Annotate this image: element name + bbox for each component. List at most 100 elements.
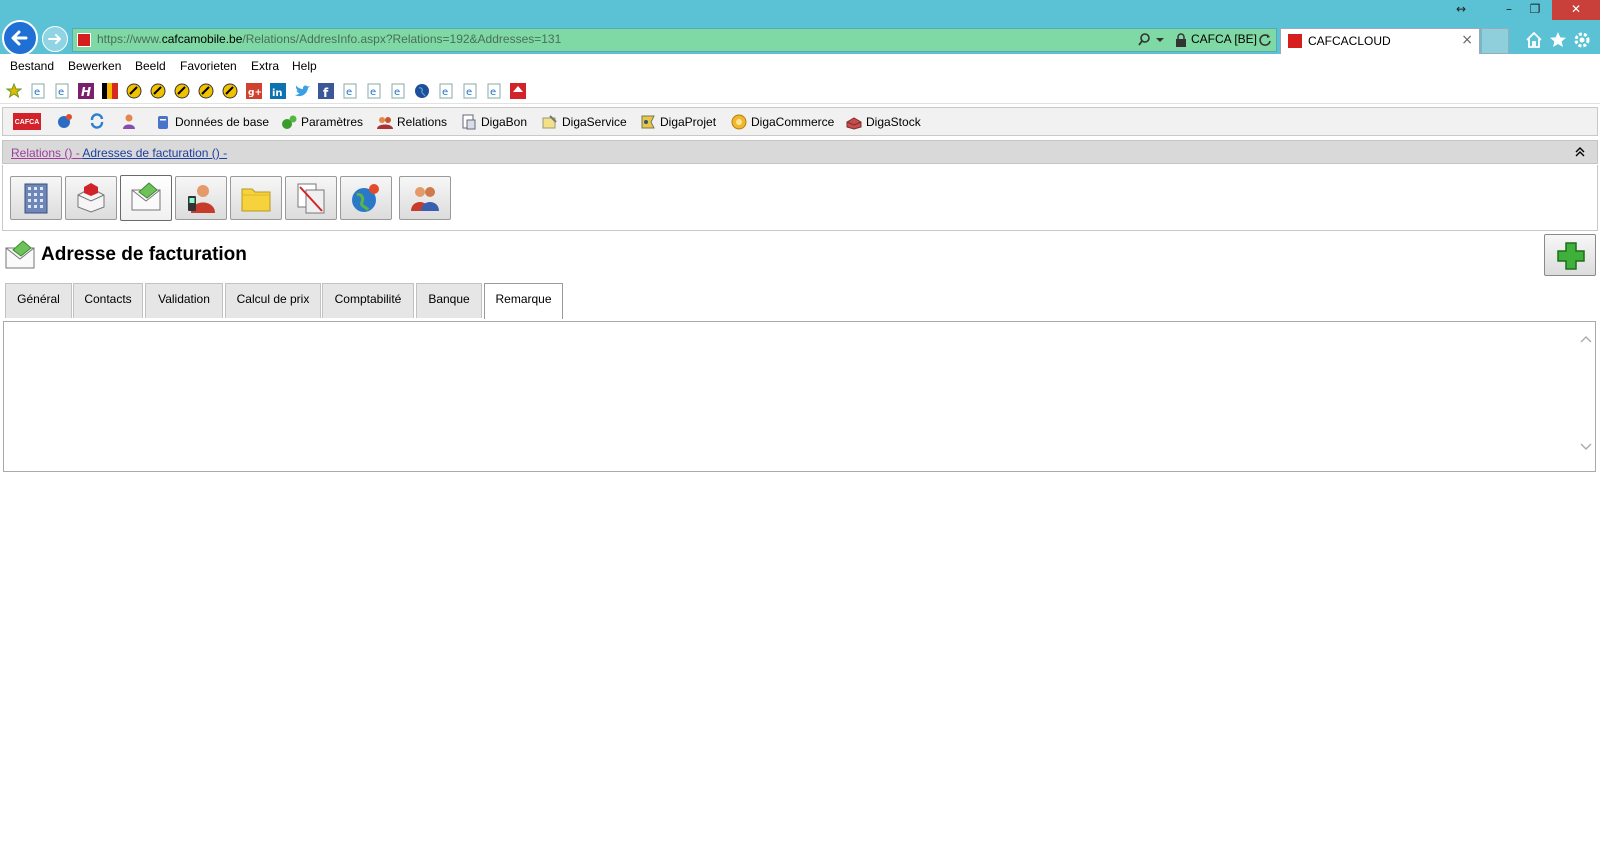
gear-icon[interactable] <box>1572 30 1592 50</box>
billing-address-button[interactable] <box>120 175 172 221</box>
window-close-button[interactable]: ✕ <box>1552 0 1600 20</box>
toolbar-digacommerce[interactable]: DigaCommerce <box>731 108 834 135</box>
ie-page-icon[interactable]: e <box>486 83 502 99</box>
tab-general[interactable]: Général <box>5 283 72 318</box>
arrow-right-icon <box>48 34 61 44</box>
globe-icon[interactable] <box>414 83 430 99</box>
add-button[interactable] <box>1544 234 1596 276</box>
google-plus-icon[interactable]: g+ <box>246 83 262 99</box>
toolbar-relations[interactable]: Relations <box>377 108 447 135</box>
address-url[interactable]: https://www.cafcamobile.be/Relations/Add… <box>97 32 561 46</box>
user-icon[interactable] <box>121 113 137 129</box>
bookmark-icon[interactable] <box>126 83 142 99</box>
delivery-address-button[interactable] <box>65 176 117 220</box>
site-favicon-icon <box>77 33 91 47</box>
h-logo-icon[interactable]: H <box>78 83 94 99</box>
billing-address-icon <box>5 240 35 269</box>
tab-contacts[interactable]: Contacts <box>73 283 143 318</box>
chevron-down-icon[interactable] <box>1580 442 1592 452</box>
forward-button[interactable] <box>42 26 68 52</box>
tab-calcul-de-prix[interactable]: Calcul de prix <box>225 283 321 318</box>
add-favorite-icon[interactable] <box>6 83 22 99</box>
toolbar-parametres[interactable]: Paramètres <box>281 108 363 135</box>
window-resize-icon[interactable]: ↔ <box>1448 0 1474 20</box>
menu-help[interactable]: Help <box>292 59 317 73</box>
collapse-up-icon[interactable] <box>1573 145 1587 159</box>
breadcrumb-separator: - <box>72 146 83 160</box>
company-button[interactable] <box>10 176 62 220</box>
toolbar-digaservice[interactable]: DigaService <box>542 108 627 135</box>
window-minimize-button[interactable]: – <box>1496 0 1522 20</box>
tab-remarque[interactable]: Remarque <box>484 283 563 319</box>
back-button[interactable] <box>2 20 38 56</box>
contact-phone-button[interactable] <box>175 176 227 220</box>
folder-button[interactable] <box>230 176 282 220</box>
globe-icon[interactable] <box>57 113 73 129</box>
ie-page-icon[interactable]: e <box>30 83 46 99</box>
address-bar[interactable]: https://www.cafcamobile.be/Relations/Add… <box>72 28 1277 52</box>
cafca-logo-icon[interactable] <box>510 83 526 99</box>
chevron-up-icon[interactable] <box>1580 334 1592 344</box>
toolbar-label: DigaProjet <box>660 114 717 129</box>
menu-beeld[interactable]: Beeld <box>135 59 166 73</box>
svg-text:e: e <box>490 87 496 98</box>
favorites-star-icon[interactable] <box>1548 30 1568 50</box>
url-host: cafcamobile.be <box>161 32 243 46</box>
lock-icon[interactable] <box>1175 33 1187 47</box>
globe-icon <box>352 184 379 212</box>
tab-close-icon[interactable]: × <box>1461 32 1473 48</box>
twitter-icon[interactable] <box>294 83 310 99</box>
bookmark-icon[interactable] <box>150 83 166 99</box>
remark-textarea[interactable] <box>5 323 1578 470</box>
cafca-logo[interactable]: CAFCA <box>13 113 41 130</box>
ie-page-icon[interactable]: e <box>54 83 70 99</box>
breadcrumb-separator: - <box>219 146 228 160</box>
facebook-icon[interactable]: f <box>318 83 334 99</box>
browser-title-bar: ↔ – ❐ ✕ https://www.cafcamobile.be/Relat… <box>0 0 1600 56</box>
toolbar-digabon[interactable]: DigaBon <box>461 108 527 135</box>
search-dropdown-icon[interactable] <box>1138 32 1168 48</box>
tab-banque[interactable]: Banque <box>416 283 482 318</box>
tab-validation[interactable]: Validation <box>145 283 223 318</box>
menu-bewerken[interactable]: Bewerken <box>68 59 121 73</box>
site-identity[interactable]: CAFCA [BE] <box>1191 32 1257 46</box>
breadcrumb-adresses-link[interactable]: Adresses de facturation () <box>82 146 219 160</box>
toolbar-donnees-de-base[interactable]: Données de base <box>155 108 269 135</box>
bookmark-icon[interactable] <box>198 83 214 99</box>
digaservice-icon <box>542 114 557 128</box>
sync-icon[interactable] <box>89 113 105 129</box>
ie-page-icon[interactable]: e <box>342 83 358 99</box>
website-button[interactable] <box>340 176 392 220</box>
ie-page-icon[interactable]: e <box>438 83 454 99</box>
menu-favorieten[interactable]: Favorieten <box>180 59 237 73</box>
bookmark-icon[interactable] <box>174 83 190 99</box>
menu-extra[interactable]: Extra <box>251 59 279 73</box>
linkedin-icon[interactable]: in <box>270 83 286 99</box>
breadcrumb-relations-link[interactable]: Relations () <box>11 146 72 160</box>
database-icon <box>158 115 168 129</box>
users-icon <box>411 187 439 211</box>
new-tab-button[interactable] <box>1481 28 1509 54</box>
window-restore-button[interactable]: ❐ <box>1522 0 1548 20</box>
menu-bestand[interactable]: Bestand <box>10 59 54 73</box>
ie-page-icon[interactable]: e <box>462 83 478 99</box>
belgian-flag-icon[interactable] <box>102 83 118 99</box>
toolbar-label: Paramètres <box>301 114 364 129</box>
users-button[interactable] <box>399 176 451 220</box>
refresh-icon[interactable] <box>1257 32 1273 48</box>
home-icon[interactable] <box>1524 30 1544 50</box>
svg-text:H: H <box>81 85 91 99</box>
ie-page-icon[interactable]: e <box>390 83 406 99</box>
billing-address-icon <box>131 182 161 211</box>
documents-icon <box>297 183 325 214</box>
tab-comptabilite[interactable]: Comptabilité <box>322 283 414 318</box>
toolbar-digastock[interactable]: DigaStock <box>846 108 921 135</box>
ie-page-icon[interactable]: e <box>366 83 382 99</box>
vertical-scrollbar[interactable] <box>1577 322 1595 471</box>
documents-button[interactable] <box>285 176 337 220</box>
browser-tab[interactable]: CAFCACLOUD × <box>1280 28 1480 54</box>
toolbar-digaprojet[interactable]: DigaProjet <box>640 108 716 135</box>
bookmark-icon[interactable] <box>222 83 238 99</box>
toolbar-label: DigaService <box>562 114 627 129</box>
breadcrumb-bar: Relations () - Adresses de facturation (… <box>2 140 1598 164</box>
